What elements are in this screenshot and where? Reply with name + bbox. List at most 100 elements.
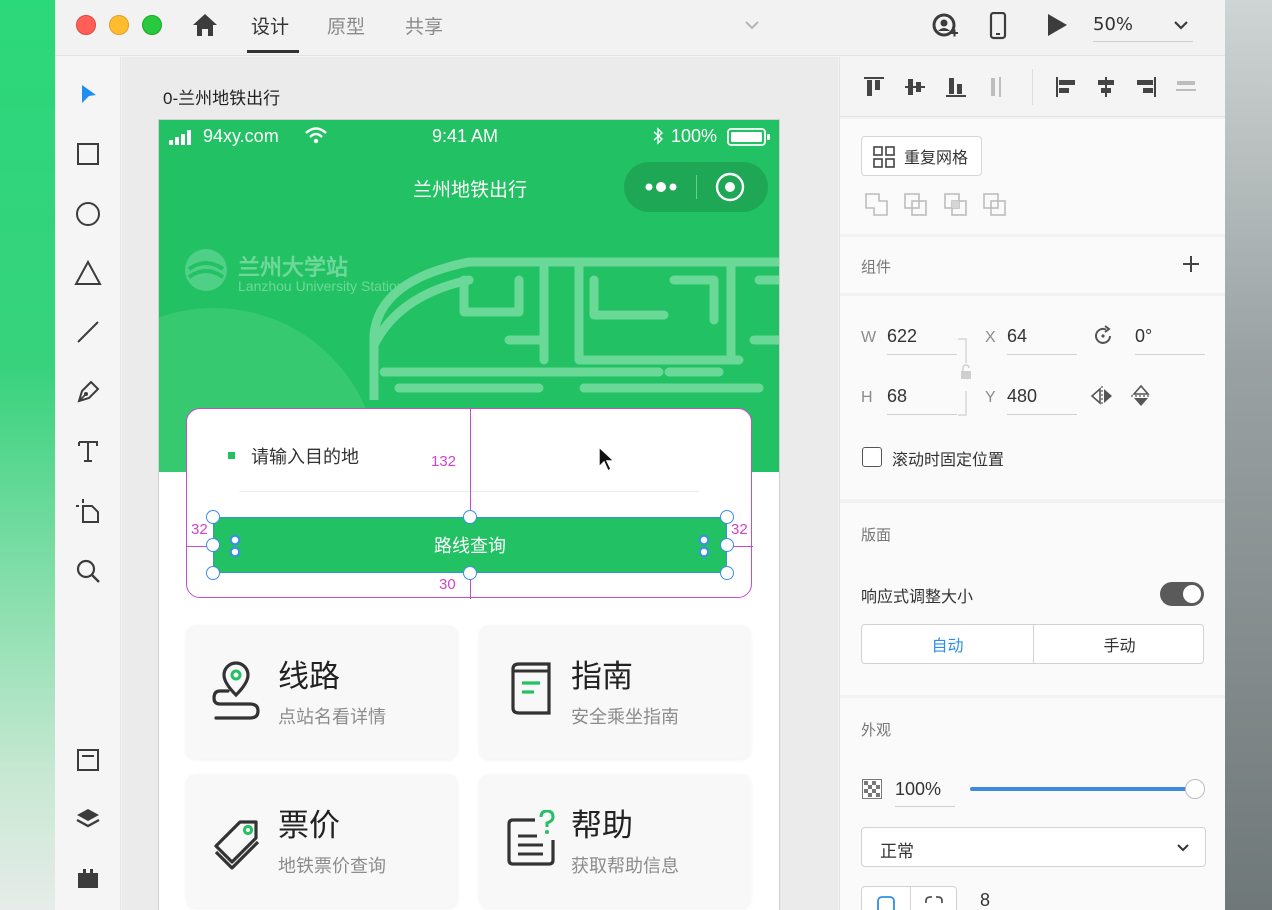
resize-mode-segmented: 自动 手动 [861,624,1204,664]
resize-handle-bottom-left[interactable] [206,566,220,580]
close-window-button[interactable] [76,15,96,35]
flip-horizontal-icon[interactable] [1090,385,1114,407]
polygon-tool-icon[interactable] [74,259,102,287]
card-title: 票价 [278,808,340,844]
resize-mode-auto[interactable]: 自动 [862,625,1033,663]
boolean-add-icon[interactable] [864,192,890,218]
app-window: 设计 原型 共享 50% 0-兰州地铁出行 94xy.com 9:41 AM 1… [55,0,1225,910]
minimize-window-button[interactable] [109,15,129,35]
zoom-tool-icon[interactable] [74,557,102,585]
resize-handle-right[interactable] [720,538,734,552]
rotation-input[interactable]: 0° [1135,326,1152,347]
y-input[interactable]: 480 [1007,386,1037,407]
zoom-chevron-down-icon[interactable] [1172,16,1190,34]
play-preview-icon[interactable] [1045,12,1069,38]
design-canvas[interactable]: 0-兰州地铁出行 94xy.com 9:41 AM 100% 兰州地铁出行 兰州… [122,57,838,910]
height-input[interactable]: 68 [887,386,907,407]
card-title: 帮助 [571,808,633,844]
opacity-slider-knob[interactable] [1185,779,1205,799]
corner-mode-segmented [861,886,957,910]
capsule-divider [696,175,697,199]
plugins-panel-icon[interactable] [74,864,102,892]
artboard-phone[interactable]: 94xy.com 9:41 AM 100% 兰州地铁出行 兰州大学站 Lanzh… [158,119,780,910]
layers-panel-icon[interactable] [74,805,102,833]
flip-vertical-icon[interactable] [1130,384,1152,408]
invite-user-icon[interactable] [931,12,959,40]
search-card[interactable]: 请输入目的地 路线查询 132 32 32 30 [186,408,753,599]
feature-card-help[interactable]: 帮助 获取帮助信息 [479,774,751,908]
repeat-grid-icon [873,146,895,168]
fix-position-checkbox[interactable] [862,447,882,467]
corner-radius-input[interactable]: 8 [980,890,990,910]
resize-handle-bottom-right[interactable] [720,566,734,580]
active-tab-indicator [247,50,299,53]
repeat-grid-button[interactable]: 重复网格 [861,136,982,176]
align-right-icon[interactable] [1134,75,1158,99]
padding-handle-right-icon[interactable] [698,533,710,559]
align-left-icon[interactable] [1054,75,1078,99]
card-subtitle: 地铁票价查询 [278,856,386,877]
resize-handle-bottom[interactable] [463,566,477,580]
line-tool-icon[interactable] [74,318,102,346]
destination-input[interactable]: 请输入目的地 [251,443,359,469]
align-top-icon[interactable] [862,75,886,99]
boolean-subtract-icon[interactable] [903,192,929,218]
x-input[interactable]: 64 [1007,326,1027,347]
blend-mode-select[interactable]: 正常 [861,827,1206,867]
responsive-resize-toggle[interactable] [1160,582,1204,606]
tab-prototype[interactable]: 原型 [327,12,365,39]
text-tool-icon[interactable] [74,437,102,465]
uniform-corner-icon[interactable] [876,895,896,910]
home-icon[interactable] [191,12,219,38]
title-bar: 设计 原型 共享 50% [55,0,1225,56]
artboard-title[interactable]: 0-兰州地铁出行 [163,84,280,109]
zoom-level[interactable]: 50% [1093,14,1133,35]
metro-logo-icon [185,249,227,291]
blend-mode-value: 正常 [880,842,914,862]
select-tool-icon[interactable] [74,81,102,109]
opacity-slider-track[interactable] [970,787,1196,791]
dimension-left: 32 [191,521,208,538]
tab-design[interactable]: 设计 [251,12,289,39]
x-underline [1007,354,1077,355]
rectangle-tool-icon[interactable] [74,140,102,168]
feature-card-guide[interactable]: 指南 安全乘坐指南 [479,625,751,759]
dimension-right: 32 [731,521,748,538]
width-input[interactable]: 622 [887,326,917,347]
per-corner-icon[interactable] [924,895,944,910]
artboard-section: 版面 响应式调整大小 自动 手动 [840,503,1225,695]
padding-handle-left-icon[interactable] [229,533,241,559]
align-middle-icon[interactable] [903,75,927,99]
align-center-icon[interactable] [1094,75,1118,99]
components-section: 组件 [840,237,1225,293]
add-component-icon[interactable] [1182,255,1200,273]
card-title: 线路 [278,659,340,695]
close-target-icon[interactable] [714,171,746,203]
resize-handle-top-right[interactable] [720,510,734,524]
route-query-button[interactable]: 路线查询 [213,517,727,573]
distribute-vertical-icon[interactable] [985,75,1009,99]
resize-mode-manual[interactable]: 手动 [1034,625,1205,663]
opacity-input[interactable]: 100% [895,779,941,800]
distribute-horizontal-icon[interactable] [1174,75,1198,99]
resize-handle-top-left[interactable] [206,510,220,524]
align-bottom-icon[interactable] [944,75,968,99]
lock-aspect-icon[interactable] [958,337,972,417]
repeat-grid-label: 重复网格 [904,148,969,167]
boolean-intersect-icon[interactable] [943,192,969,218]
document-chevron-down-icon[interactable] [743,16,761,34]
device-preview-icon[interactable] [989,12,1007,40]
responsive-resize-label: 响应式调整大小 [861,587,974,606]
resize-handle-left[interactable] [206,538,220,552]
boolean-exclude-icon[interactable] [982,192,1008,218]
maximize-window-button[interactable] [142,15,162,35]
ellipse-tool-icon[interactable] [74,200,102,228]
pen-tool-icon[interactable] [74,378,102,406]
assets-panel-icon[interactable] [74,746,102,774]
feature-card-fare[interactable]: 票价 地铁票价查询 [186,774,458,908]
feature-card-lines[interactable]: 线路 点站名看详情 [186,625,458,759]
more-dots-icon[interactable] [644,179,678,195]
artboard-tool-icon[interactable] [74,497,102,525]
tab-share[interactable]: 共享 [405,12,443,39]
resize-handle-top[interactable] [463,510,477,524]
